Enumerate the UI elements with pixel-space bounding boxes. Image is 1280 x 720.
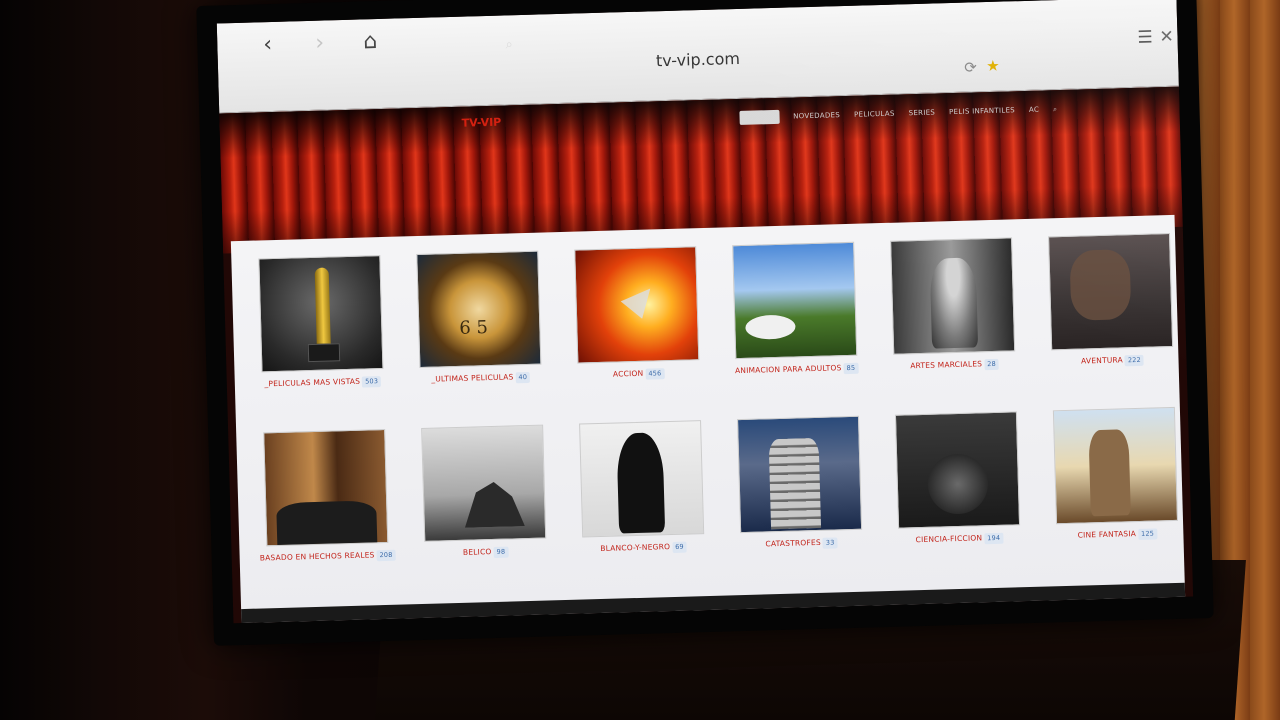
category-thumbnail[interactable] <box>263 428 389 547</box>
site-navigation: INICIO NOVEDADES PELICULAS SERIES PELIS INFA… <box>739 102 1057 125</box>
television: ‹ › ⌂ ⌕ tv-vip.com ⟳ ★ ☰ ✕ TV-VIP INICIO… <box>196 0 1214 646</box>
category-thumbnail[interactable] <box>894 411 1021 529</box>
category-count-badge: 33 <box>822 537 838 549</box>
search-icon[interactable]: ⌕ <box>505 37 513 52</box>
category-count-badge: 40 <box>515 371 531 384</box>
category-card[interactable]: BASADO EN HECHOS REALES 208 <box>250 428 402 593</box>
nav-item-3[interactable]: SERIES <box>909 108 936 117</box>
category-label[interactable]: CINE FANTASIA 125 <box>1078 527 1158 541</box>
category-name: CINE FANTASIA <box>1077 529 1137 540</box>
category-thumbnail[interactable] <box>574 246 700 364</box>
category-card[interactable]: BLANCO-Y-NEGRO 69 <box>566 420 718 584</box>
category-name: BLANCO-Y-NEGRO <box>600 542 671 554</box>
category-name: _PELICULAS MAS VISTAS <box>264 376 361 389</box>
category-thumbnail[interactable] <box>732 241 858 360</box>
category-count-badge: 125 <box>1137 528 1158 540</box>
category-count-badge: 456 <box>645 368 665 380</box>
category-card[interactable]: ACCION 456 <box>561 246 713 410</box>
nav-item-4[interactable]: PELIS INFANTILES <box>949 106 1015 116</box>
refresh-icon[interactable]: ⟳ <box>964 58 977 76</box>
menu-icon[interactable]: ☰ <box>1137 27 1153 47</box>
oscar-statue <box>314 267 331 348</box>
category-thumbnail[interactable] <box>421 424 547 542</box>
category-thumbnail[interactable] <box>416 250 542 368</box>
nav-item-5[interactable]: AC <box>1029 106 1039 114</box>
category-count-badge: 69 <box>672 541 687 554</box>
category-label[interactable]: BLANCO-Y-NEGRO 69 <box>600 541 687 555</box>
category-label[interactable]: _ULTIMAS PELICULAS 40 <box>431 371 531 386</box>
tv-screen: ‹ › ⌂ ⌕ tv-vip.com ⟳ ★ ☰ ✕ TV-VIP INICIO… <box>216 0 1194 624</box>
nav-item-1[interactable]: NOVEDADES <box>793 111 840 120</box>
category-name: AVENTURA <box>1080 355 1124 366</box>
category-name: BELICO <box>462 547 492 557</box>
category-count-badge: 222 <box>1124 354 1145 367</box>
category-card[interactable]: _PELICULAS MAS VISTAS 503 <box>245 255 397 419</box>
category-count-badge: 208 <box>376 549 396 562</box>
category-thumbnail[interactable] <box>1048 232 1174 351</box>
nav-item-6[interactable]: ⌕ <box>1053 105 1057 114</box>
category-label[interactable]: ANIMACION PARA ADULTOS 85 <box>735 362 859 377</box>
nav-item-2[interactable]: PELICULAS <box>854 110 895 119</box>
home-icon[interactable]: ⌂ <box>363 29 378 54</box>
category-count-badge: 28 <box>984 358 1000 371</box>
category-label[interactable]: ARTES MARCIALES 28 <box>910 358 1000 372</box>
category-thumbnail[interactable] <box>258 255 384 373</box>
site-logo[interactable]: TV-VIP <box>461 116 501 130</box>
nav-item-0[interactable]: INICIO <box>739 109 780 125</box>
category-name: CATASTROFES <box>765 537 821 549</box>
category-card[interactable]: CIENCIA-FICCION 194 <box>882 411 1034 575</box>
category-grid: _PELICULAS MAS VISTAS503 _ULTIMAS PELICUL… <box>245 232 1192 593</box>
category-count-badge: 503 <box>362 376 382 388</box>
statue-base <box>307 343 341 363</box>
category-name: BASADO EN HECHOS REALES <box>259 550 375 563</box>
category-thumbnail[interactable] <box>890 237 1016 355</box>
category-label[interactable]: BASADO EN HECHOS REALES 208 <box>260 549 396 565</box>
category-card[interactable]: ARTES MARCIALES 28 <box>877 237 1029 401</box>
category-name: CIENCIA-FICCION <box>915 533 983 545</box>
back-icon[interactable]: ‹ <box>263 32 273 57</box>
category-name: ANIMACION PARA ADULTOS <box>734 363 842 376</box>
category-card[interactable]: AVENTURA 222 <box>1035 232 1187 397</box>
category-label[interactable]: AVENTURA 222 <box>1080 354 1145 368</box>
category-thumbnail[interactable] <box>737 415 863 534</box>
bookmark-star-icon[interactable]: ★ <box>986 57 1000 75</box>
category-count-badge: 85 <box>843 362 859 375</box>
category-thumbnail[interactable] <box>579 420 705 538</box>
category-label[interactable]: _PELICULAS MAS VISTAS 503 <box>264 375 382 390</box>
category-panel: _PELICULAS MAS VISTAS503 _ULTIMAS PELICUL… <box>230 214 1186 624</box>
category-name: _ULTIMAS PELICULAS <box>431 372 514 384</box>
category-card[interactable]: _ULTIMAS PELICULAS40 <box>403 250 555 414</box>
category-card[interactable]: BELICO 98 <box>408 424 560 588</box>
category-name: ARTES MARCIALES <box>910 359 983 371</box>
category-label[interactable]: CATASTROFES 33 <box>765 536 838 550</box>
category-count-badge: 194 <box>984 532 1004 545</box>
category-card[interactable]: ANIMACION PARA ADULTOS 85 <box>719 241 871 405</box>
close-icon[interactable]: ✕ <box>1159 27 1174 47</box>
category-card[interactable]: CINE FANTASIA 125 <box>1040 406 1192 571</box>
category-thumbnail[interactable] <box>1052 406 1179 525</box>
category-count-badge: 98 <box>493 546 509 558</box>
category-label[interactable]: ACCION 456 <box>613 367 665 380</box>
address-bar[interactable]: tv-vip.com <box>218 37 1178 83</box>
category-label[interactable]: BELICO 98 <box>463 546 509 559</box>
category-card[interactable]: CATASTROFES 33 <box>724 415 876 579</box>
category-name: ACCION <box>612 368 644 379</box>
forward-icon[interactable]: › <box>315 31 325 56</box>
category-label[interactable]: CIENCIA-FICCION 194 <box>915 532 1004 546</box>
